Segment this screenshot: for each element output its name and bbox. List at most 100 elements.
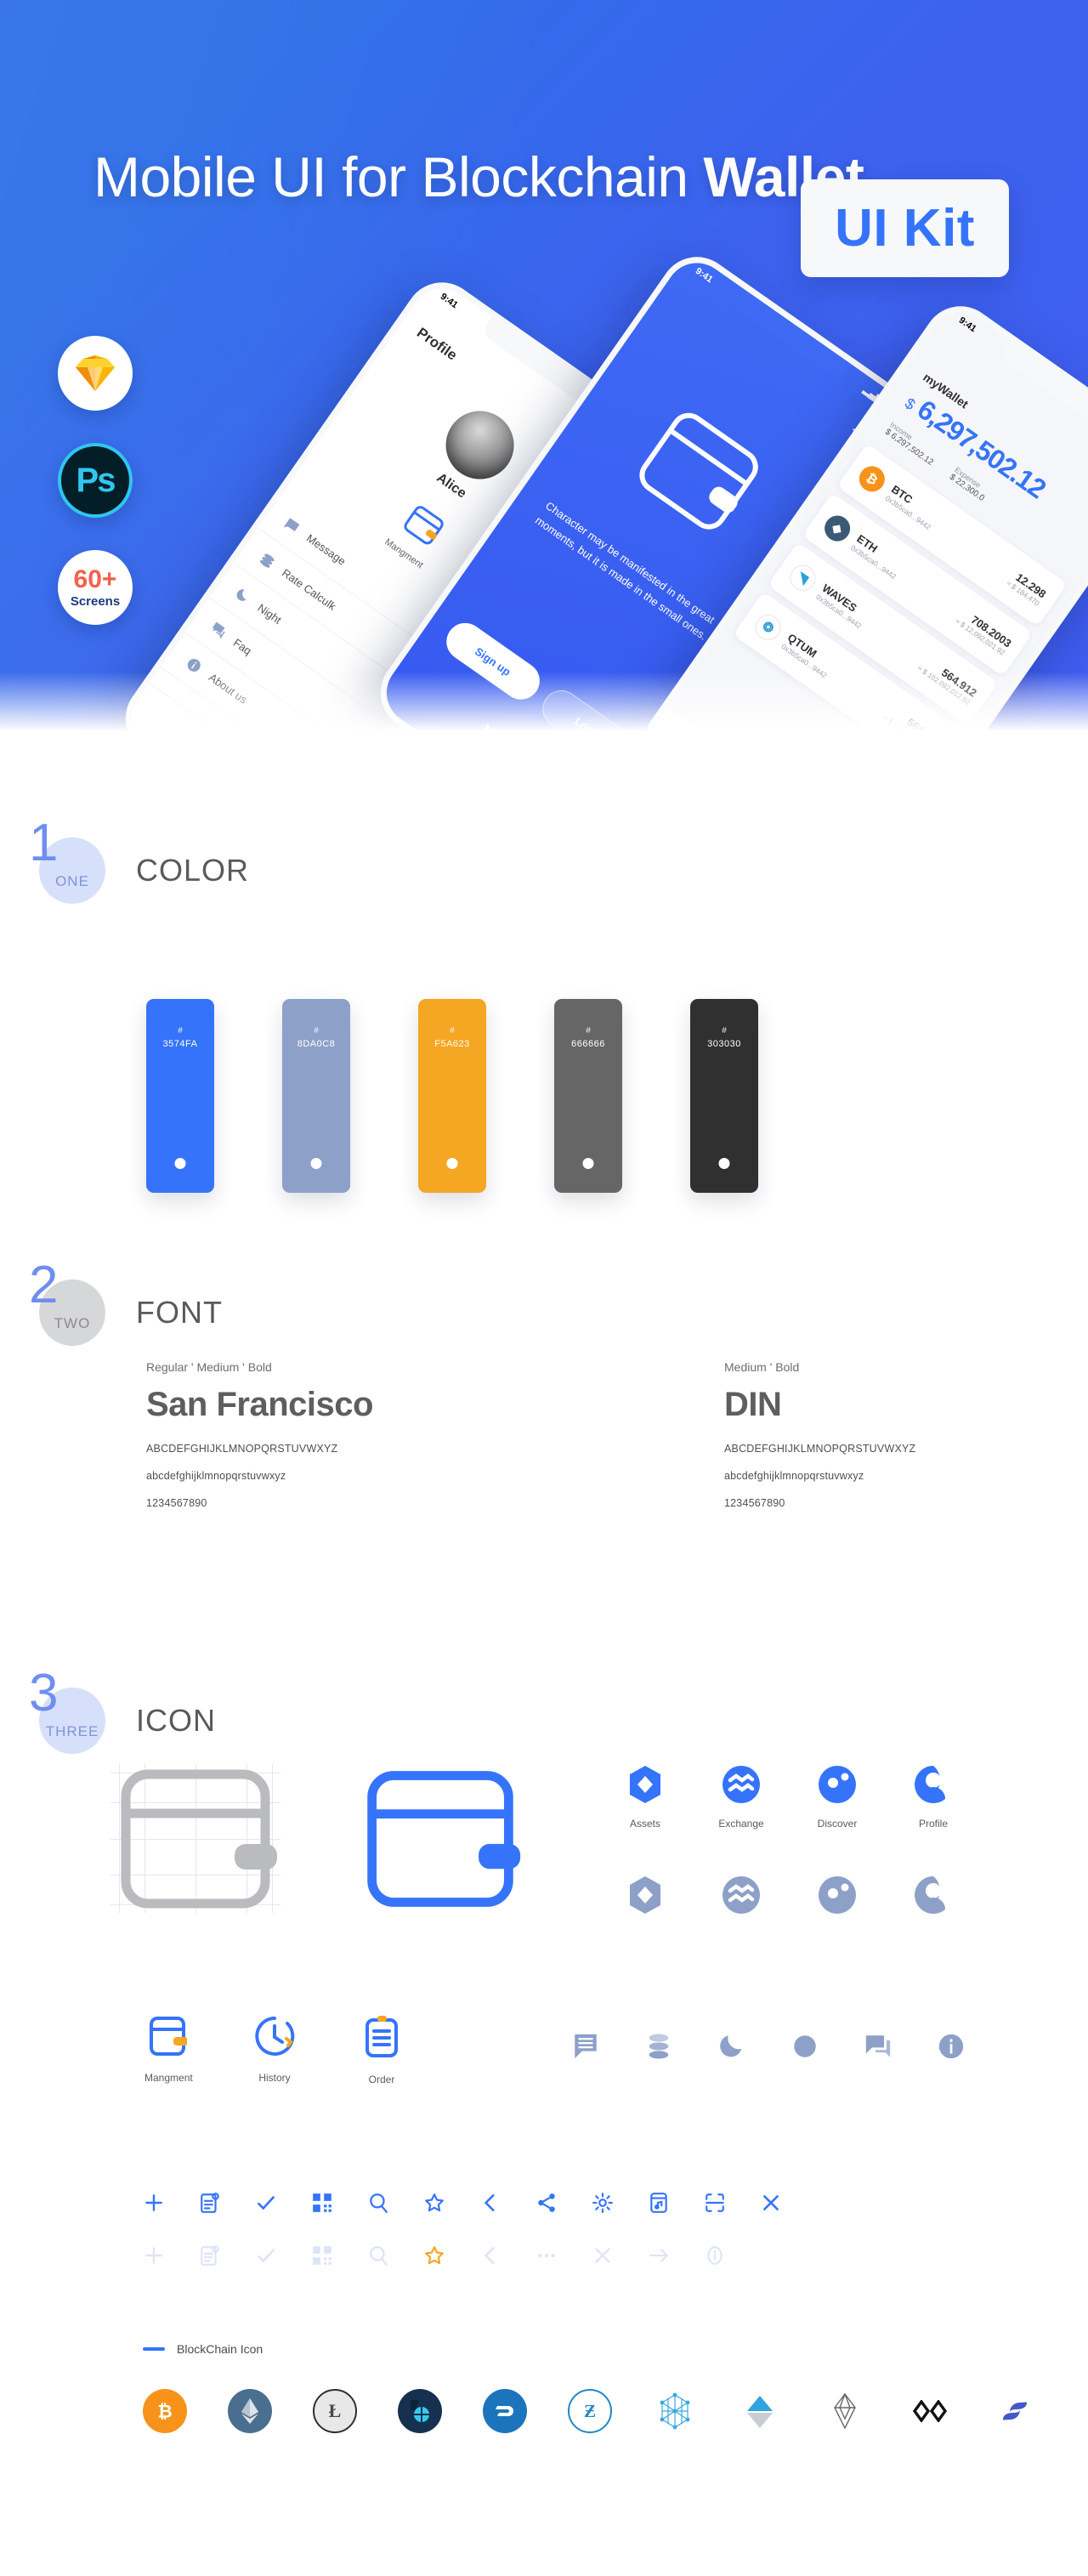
swatch-hole <box>446 1158 458 1169</box>
profile-icon-label: Profile <box>918 1818 948 1830</box>
swatch-hash: # <box>178 1026 183 1036</box>
circle-icon[interactable] <box>790 2032 819 2061</box>
nem-icon[interactable] <box>653 2389 697 2433</box>
profile-icon-cell[interactable]: Profile <box>909 1764 958 1830</box>
facebook-icon[interactable] <box>511 744 537 748</box>
tab-assets[interactable]: Assets <box>171 725 203 748</box>
swatch-hash: # <box>314 1026 319 1036</box>
litecoin-icon[interactable]: Ł <box>313 2389 357 2433</box>
color-swatch[interactable]: # 666666 <box>554 999 622 1193</box>
qrcode-icon[interactable] <box>311 2244 333 2267</box>
note-settings-icon[interactable] <box>199 2192 221 2214</box>
hero-banner: Mobile UI for Blockchain Wallet UI Kit P… <box>0 0 1088 748</box>
exchange-icon-cell-inactive[interactable] <box>717 1875 766 1920</box>
bitshares-icon[interactable] <box>398 2389 442 2433</box>
login-button[interactable]: Log in <box>535 683 645 748</box>
order-icon-cell[interactable]: Order <box>359 2015 405 2085</box>
photoshop-badge: Ps <box>58 443 133 518</box>
discover-icon-cell-inactive[interactable] <box>813 1875 862 1920</box>
signup-button[interactable]: Sign up <box>439 616 547 707</box>
dash-icon[interactable] <box>483 2389 527 2433</box>
chevron-left-icon[interactable] <box>479 2192 502 2214</box>
arrow-right-icon[interactable] <box>648 2244 670 2267</box>
font-name: DIN <box>724 1386 782 1423</box>
star-filled-icon[interactable] <box>423 2244 445 2267</box>
info-icon[interactable] <box>937 2032 966 2061</box>
close-icon[interactable] <box>592 2244 614 2267</box>
section-number-word: THREE <box>45 1723 99 1739</box>
status-icon[interactable] <box>993 2389 1037 2433</box>
section-number-badge: 1 ONE <box>29 817 105 904</box>
plus-icon[interactable] <box>143 2244 165 2267</box>
history-icon-cell[interactable]: History <box>252 2015 298 2085</box>
gear-icon[interactable] <box>592 2192 614 2214</box>
stack-icon[interactable] <box>644 2032 673 2061</box>
search-icon[interactable] <box>367 2244 389 2267</box>
profile-icon-cell-inactive[interactable] <box>909 1875 958 1920</box>
more-icon[interactable] <box>536 2244 558 2267</box>
chevron-left-icon[interactable] <box>479 2244 502 2267</box>
font-lowercase: abcdefghijklmnopqrstuvwxyz <box>724 1470 864 1482</box>
order-icon <box>366 2016 398 2057</box>
message-icon[interactable] <box>571 2032 600 2061</box>
check-icon[interactable] <box>255 2244 277 2267</box>
mangment-icon <box>150 2017 188 2056</box>
section-number-badge: 2 TWO <box>29 1259 105 1346</box>
plus-icon[interactable] <box>143 2192 165 2214</box>
bitcoin-icon: ₿ <box>853 461 890 497</box>
assets-icon-cell-inactive[interactable] <box>620 1875 670 1920</box>
info-icon[interactable] <box>704 2244 726 2267</box>
status-time: 9:41 <box>956 315 978 335</box>
screens-count: 60+ <box>73 565 117 593</box>
screens-badge: 60+ Screens <box>58 550 133 625</box>
wallet-mangment-icon[interactable] <box>398 502 446 552</box>
color-swatch[interactable]: # F5A623 <box>418 999 486 1193</box>
waves-icon[interactable] <box>738 2389 782 2433</box>
chat-icon[interactable] <box>864 2032 892 2061</box>
qrcode-icon[interactable] <box>311 2192 333 2214</box>
font-lowercase: abcdefghijklmnopqrstuvwxyz <box>146 1470 286 1482</box>
section-number-word: ONE <box>55 873 89 889</box>
swatch-hex: 3574FA <box>162 1039 198 1049</box>
section-title: COLOR <box>136 853 250 888</box>
close-icon[interactable] <box>760 2192 782 2214</box>
scan-icon[interactable] <box>704 2192 726 2214</box>
tab-assets[interactable]: Assets <box>662 730 694 748</box>
check-icon[interactable] <box>255 2192 277 2214</box>
night-icon[interactable] <box>717 2032 746 2061</box>
section-number: 2 <box>29 1256 59 1314</box>
note-settings-icon[interactable] <box>199 2244 221 2267</box>
font-weights: Medium ' Bold <box>724 1360 800 1374</box>
message-icon <box>283 517 300 531</box>
blockchain-icon-label: BlockChain Icon <box>177 2342 264 2356</box>
swatch-hex: 303030 <box>707 1039 741 1049</box>
eos-icon[interactable] <box>823 2389 867 2433</box>
bitcoin-icon[interactable]: ₿ <box>143 2389 187 2433</box>
color-swatch[interactable]: # 8DA0C8 <box>282 999 350 1193</box>
search-icon[interactable] <box>367 2192 389 2214</box>
swatch-hash: # <box>450 1026 455 1036</box>
card-music-icon[interactable] <box>648 2192 670 2214</box>
zcash-icon[interactable]: Ƶ <box>568 2389 612 2433</box>
twitter-icon[interactable] <box>478 720 504 746</box>
wallet-outline-icon <box>627 403 768 543</box>
color-swatch[interactable]: # 303030 <box>690 999 758 1193</box>
share-icon[interactable] <box>536 2192 558 2214</box>
discover-icon-cell[interactable]: Discover <box>813 1764 862 1830</box>
assets-icon-cell[interactable]: Assets <box>620 1764 670 1830</box>
color-swatch[interactable]: # 3574FA <box>146 999 214 1193</box>
wanchain-icon[interactable] <box>908 2389 952 2433</box>
font-secondary: Medium ' Bold DIN ABCDEFGHIJKLMNOPQRSTUV… <box>724 1360 915 1509</box>
mangment-icon-cell[interactable]: Mangment <box>144 2015 193 2085</box>
mangment-icon-label: Mangment <box>144 2072 193 2084</box>
phone-notch <box>999 340 1088 431</box>
uikit-badge-label: UI Kit <box>835 199 975 258</box>
ethereum-icon[interactable] <box>228 2389 272 2433</box>
blockchain-accent-line <box>143 2347 165 2351</box>
swatch-hash: # <box>586 1026 591 1036</box>
exchange-icon-cell[interactable]: Exchange <box>717 1764 766 1830</box>
screens-label: Screens <box>70 594 121 609</box>
swatch-hole <box>310 1158 322 1169</box>
section-number-word: TWO <box>54 1315 91 1331</box>
star-icon[interactable] <box>423 2192 445 2214</box>
